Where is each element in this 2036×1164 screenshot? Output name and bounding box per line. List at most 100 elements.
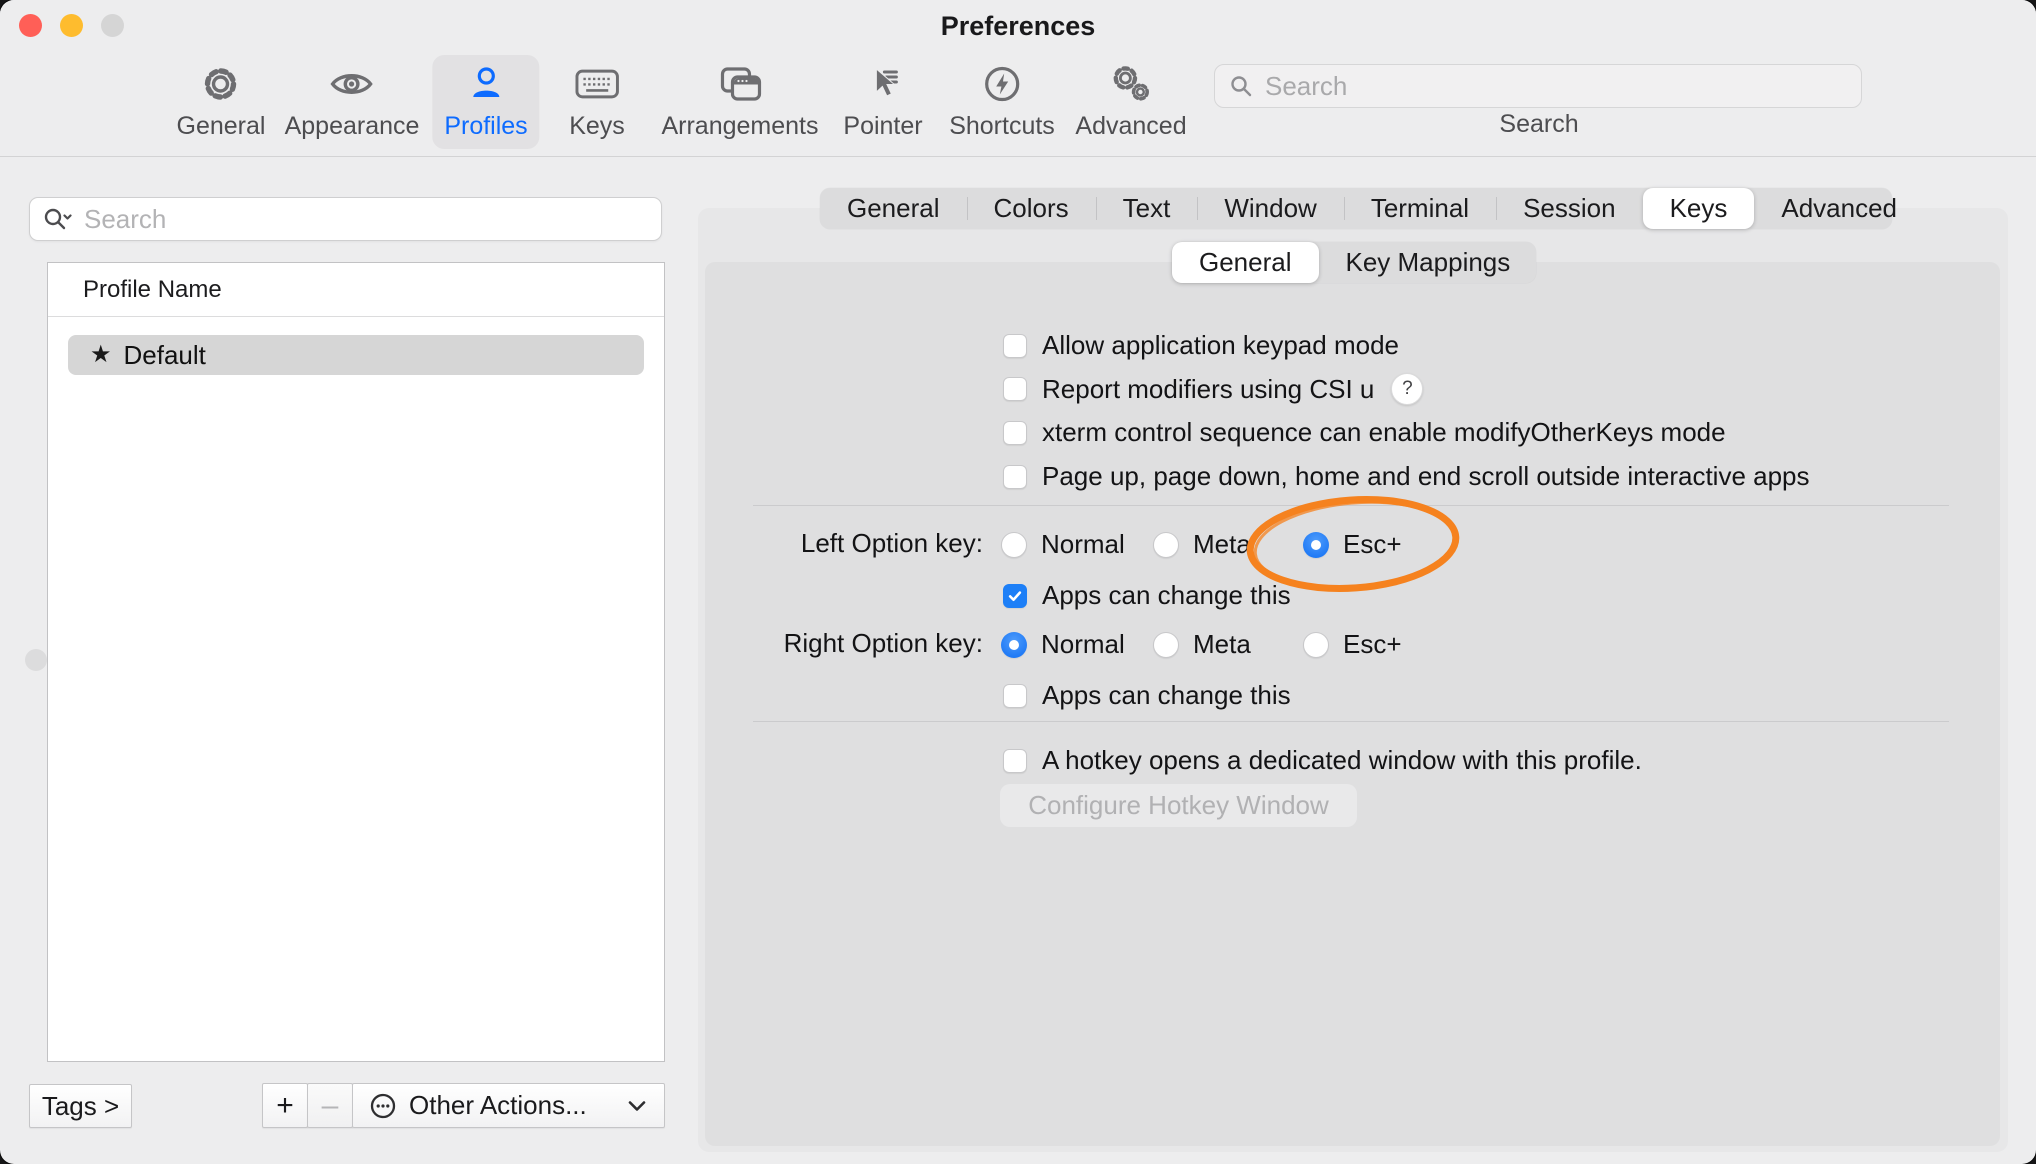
star-icon: ★ — [90, 343, 112, 367]
checkbox-label: xterm control sequence can enable modify… — [1042, 417, 1726, 448]
search-icon — [1229, 74, 1253, 98]
profile-name: Default — [124, 340, 206, 371]
chevron-down-icon — [626, 1098, 648, 1114]
radio-checked-icon[interactable] — [1303, 532, 1329, 558]
checkbox-unchecked-icon[interactable] — [1003, 465, 1027, 489]
radio-label: Esc+ — [1343, 529, 1402, 560]
profile-tab-bar: General Colors Text Window Terminal Sess… — [820, 188, 1892, 229]
toolbar-item-label: Arrangements — [661, 112, 818, 141]
checkbox-label: Page up, page down, home and end scroll … — [1042, 461, 1810, 492]
other-actions-dropdown[interactable]: Other Actions... — [352, 1083, 665, 1128]
toolbar-item-advanced[interactable]: Advanced — [1063, 55, 1198, 149]
checkbox-right-apps-can-change[interactable]: Apps can change this — [1003, 680, 1291, 711]
checkbox-label: A hotkey opens a dedicated window with t… — [1042, 745, 1642, 776]
toolbar-item-arrangements[interactable]: Arrangements — [649, 55, 830, 149]
keyboard-icon — [574, 61, 620, 107]
toolbar-item-appearance[interactable]: Appearance — [273, 55, 432, 149]
profile-search-input[interactable] — [82, 203, 649, 236]
radio-left-esc[interactable]: Esc+ — [1303, 529, 1402, 560]
radio-right-normal[interactable]: Normal — [1001, 629, 1125, 660]
checkbox-unchecked-icon[interactable] — [1003, 749, 1027, 773]
add-profile-button[interactable]: + — [262, 1083, 308, 1128]
toolbar-item-label: Shortcuts — [949, 112, 1055, 141]
tab-colors[interactable]: Colors — [967, 188, 1096, 229]
gear-icon — [198, 61, 244, 107]
toolbar-item-label: Profiles — [444, 112, 527, 141]
radio-unchecked-icon[interactable] — [1001, 532, 1027, 558]
toolbar-item-pointer[interactable]: Pointer — [831, 55, 934, 149]
other-actions-label: Other Actions... — [409, 1090, 587, 1121]
tab-keys[interactable]: Keys — [1643, 188, 1755, 229]
toolbar-search-caption: Search — [1499, 110, 1578, 139]
help-button[interactable]: ? — [1391, 373, 1423, 405]
radio-label: Meta — [1193, 629, 1251, 660]
ellipsis-circle-icon — [369, 1092, 397, 1120]
section-divider — [753, 505, 1949, 506]
checkbox-left-apps-can-change[interactable]: Apps can change this — [1003, 580, 1291, 611]
radio-unchecked-icon[interactable] — [1153, 632, 1179, 658]
checkbox-checked-icon[interactable] — [1003, 584, 1027, 608]
person-icon — [463, 61, 509, 107]
radio-label: Esc+ — [1343, 629, 1402, 660]
keys-subtab-bar: General Key Mappings — [1172, 242, 1536, 283]
checkbox-unchecked-icon[interactable] — [1003, 684, 1027, 708]
radio-label: Meta — [1193, 529, 1251, 560]
checkbox-row-modifyotherkeys[interactable]: xterm control sequence can enable modify… — [1003, 417, 1726, 448]
toolbar-item-label: Pointer — [843, 112, 922, 141]
toolbar-item-shortcuts[interactable]: Shortcuts — [937, 55, 1067, 149]
eye-icon — [329, 61, 375, 107]
configure-hotkey-window-button[interactable]: Configure Hotkey Window — [1000, 784, 1357, 827]
lightning-circle-icon — [979, 61, 1025, 107]
profile-row-default[interactable]: ★ Default — [68, 335, 644, 375]
tab-advanced[interactable]: Advanced — [1754, 188, 1924, 229]
radio-checked-icon[interactable] — [1001, 632, 1027, 658]
windows-icon — [717, 61, 763, 107]
radio-left-normal[interactable]: Normal — [1001, 529, 1125, 560]
radio-right-meta[interactable]: Meta — [1153, 629, 1251, 660]
tab-terminal[interactable]: Terminal — [1344, 188, 1496, 229]
left-option-key-label: Left Option key: — [698, 528, 983, 559]
tab-window[interactable]: Window — [1197, 188, 1343, 229]
toolbar-item-label: Advanced — [1075, 112, 1186, 141]
right-option-key-label: Right Option key: — [698, 628, 983, 659]
toolbar-item-general[interactable]: General — [165, 55, 278, 149]
checkbox-label: Apps can change this — [1042, 580, 1291, 611]
profile-list: Profile Name ★ Default — [47, 262, 665, 1062]
checkbox-label: Report modifiers using CSI u — [1042, 374, 1374, 405]
toolbar-item-profiles[interactable]: Profiles — [432, 55, 539, 149]
radio-unchecked-icon[interactable] — [1153, 532, 1179, 558]
tab-session[interactable]: Session — [1496, 188, 1643, 229]
checkbox-unchecked-icon[interactable] — [1003, 421, 1027, 445]
checkbox-row-keypad-mode[interactable]: Allow application keypad mode — [1003, 330, 1399, 361]
checkbox-row-page-scroll[interactable]: Page up, page down, home and end scroll … — [1003, 461, 1810, 492]
tab-general[interactable]: General — [820, 188, 967, 229]
remove-profile-button: – — [307, 1083, 353, 1128]
toolbar-item-label: Appearance — [285, 112, 420, 141]
gears-icon — [1108, 61, 1154, 107]
profile-search-field[interactable] — [29, 197, 662, 241]
preferences-window: Preferences General Appearance — [0, 0, 2036, 1164]
tab-text[interactable]: Text — [1096, 188, 1198, 229]
radio-label: Normal — [1041, 629, 1125, 660]
checkbox-unchecked-icon[interactable] — [1003, 377, 1027, 401]
radio-right-esc[interactable]: Esc+ — [1303, 629, 1402, 660]
toolbar-search-field[interactable] — [1214, 64, 1862, 108]
toolbar-search-input[interactable] — [1263, 70, 1847, 103]
checkbox-row-csi-u[interactable]: Report modifiers using CSI u ? — [1003, 373, 1423, 405]
titlebar: Preferences General Appearance — [0, 0, 2036, 157]
checkbox-hotkey-window[interactable]: A hotkey opens a dedicated window with t… — [1003, 745, 1642, 776]
window-title: Preferences — [0, 11, 2036, 42]
section-divider — [753, 721, 1949, 722]
profile-list-header: Profile Name — [48, 263, 664, 317]
pointer-icon — [860, 61, 906, 107]
radio-left-meta[interactable]: Meta — [1153, 529, 1251, 560]
subtab-key-mappings[interactable]: Key Mappings — [1319, 242, 1538, 283]
toolbar-item-keys[interactable]: Keys — [557, 55, 637, 149]
search-menu-icon — [42, 206, 72, 232]
radio-label: Normal — [1041, 529, 1125, 560]
tags-button[interactable]: Tags > — [29, 1084, 132, 1128]
radio-unchecked-icon[interactable] — [1303, 632, 1329, 658]
subtab-general[interactable]: General — [1172, 242, 1319, 283]
window-edge-dot — [25, 649, 47, 671]
checkbox-unchecked-icon[interactable] — [1003, 334, 1027, 358]
